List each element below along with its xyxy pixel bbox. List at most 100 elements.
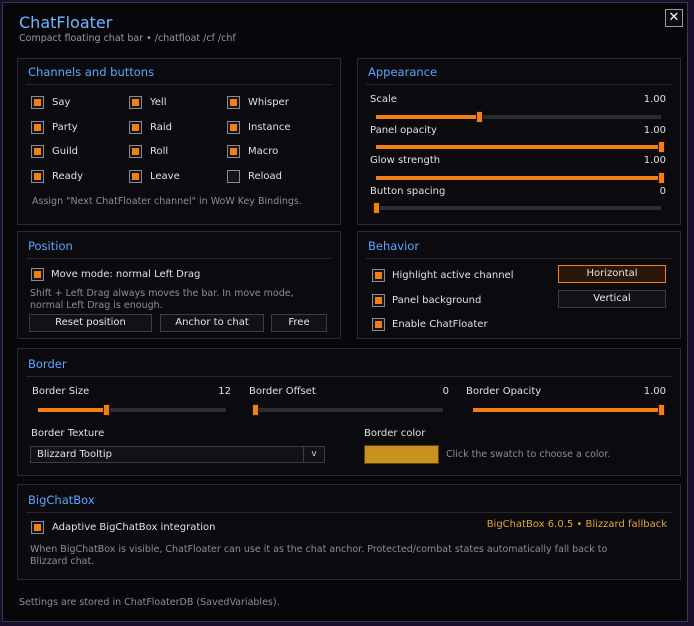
- glow-strength-slider-thumb[interactable]: [658, 172, 665, 184]
- border-offset-slider-value: 0: [442, 386, 449, 397]
- channel-checkbox-say[interactable]: [31, 96, 44, 109]
- anchor-to-chat-button[interactable]: Anchor to chat: [160, 314, 264, 332]
- highlight-active-channel-checkbox[interactable]: [372, 269, 385, 282]
- free-button[interactable]: Free: [271, 314, 327, 332]
- bigchatbox-panel: BigChatBox Adaptive BigChatBox integrati…: [17, 484, 681, 580]
- border-texture-dropdown[interactable]: Blizzard Tooltip v: [30, 446, 325, 463]
- scale-slider-fill: [376, 115, 479, 119]
- channels-panel: Channels and buttons Say Yell Whisper Party…: [17, 58, 341, 225]
- appearance-title: Appearance: [368, 65, 438, 79]
- adaptive-bigchatbox-label: Adaptive BigChatBox integration: [52, 522, 216, 533]
- border-opacity-slider-track[interactable]: [473, 404, 665, 416]
- panel-background-label: Panel background: [392, 295, 482, 306]
- border-size-slider-track[interactable]: [38, 404, 226, 416]
- position-title: Position: [28, 239, 73, 253]
- channel-checkbox-roll[interactable]: [129, 145, 142, 158]
- channel-checkbox-whisper[interactable]: [227, 96, 240, 109]
- panel-opacity-slider-label: Panel opacity: [370, 125, 437, 136]
- channel-checkbox-party[interactable]: [31, 121, 44, 134]
- border-opacity-slider-thumb[interactable]: [658, 404, 665, 416]
- position-hint-line1: Shift + Left Drag always moves the bar. …: [30, 288, 294, 299]
- border-size-slider-thumb[interactable]: [102, 404, 110, 416]
- channel-label-whisper: Whisper: [248, 97, 289, 108]
- channel-checkbox-macro[interactable]: [227, 145, 240, 158]
- border-title: Border: [28, 357, 67, 371]
- channel-checkbox-ready[interactable]: [31, 170, 44, 183]
- border-opacity-slider-fill: [473, 408, 661, 412]
- move-mode-checkbox[interactable]: [31, 268, 44, 281]
- glow-strength-slider-fill: [376, 176, 661, 180]
- border-offset-slider-track[interactable]: [252, 404, 443, 416]
- appearance-divider: [366, 84, 672, 85]
- channel-label-reload: Reload: [248, 171, 283, 182]
- button-spacing-slider-value: 0: [659, 186, 666, 197]
- channel-label-raid: Raid: [150, 122, 172, 133]
- reset-position-button[interactable]: Reset position: [29, 314, 152, 332]
- channel-label-macro: Macro: [248, 146, 279, 157]
- enable-chatfloater-checkbox[interactable]: [372, 318, 385, 331]
- channel-label-guild: Guild: [52, 146, 78, 157]
- scale-slider-track[interactable]: [376, 111, 661, 123]
- channels-hint: Assign "Next ChatFloater channel" in WoW…: [32, 196, 302, 207]
- bigchatbox-title: BigChatBox: [28, 493, 95, 507]
- behavior-panel: Behavior Highlight active channel Panel b…: [357, 231, 681, 339]
- bigchatbox-desc-line2: Blizzard chat.: [30, 556, 95, 567]
- adaptive-bigchatbox-checkbox[interactable]: [31, 521, 44, 534]
- border-size-slider-value: 12: [218, 386, 231, 397]
- orientation-vertical-button[interactable]: Vertical: [558, 290, 666, 308]
- channels-title: Channels and buttons: [28, 65, 155, 79]
- button-spacing-slider-track[interactable]: [373, 202, 661, 214]
- channel-checkbox-leave[interactable]: [129, 170, 142, 183]
- button-spacing-slider-label: Button spacing: [370, 186, 446, 197]
- channel-label-leave: Leave: [150, 171, 180, 182]
- channel-checkbox-guild[interactable]: [31, 145, 44, 158]
- position-hint-line2: normal Left Drag is enough.: [30, 300, 163, 311]
- panel-opacity-slider-thumb[interactable]: [658, 141, 665, 153]
- channel-label-ready: Ready: [52, 171, 84, 182]
- behavior-divider: [366, 258, 672, 259]
- channel-checkbox-yell[interactable]: [129, 96, 142, 109]
- border-texture-value: Blizzard Tooltip: [37, 449, 112, 460]
- channel-label-yell: Yell: [150, 97, 167, 108]
- glow-strength-slider-track[interactable]: [376, 172, 665, 184]
- close-button[interactable]: ✕: [665, 9, 683, 27]
- bigchatbox-divider: [26, 512, 672, 513]
- border-divider: [26, 376, 672, 377]
- channel-label-say: Say: [52, 97, 71, 108]
- settings-window: ChatFloater Compact floating chat bar • …: [2, 2, 688, 622]
- highlight-active-channel-label: Highlight active channel: [392, 270, 514, 281]
- border-panel: Border Border Size 12 Border Offset 0 Border…: [17, 348, 681, 476]
- channel-checkbox-instance[interactable]: [227, 121, 240, 134]
- panel-opacity-slider-value: 1.00: [643, 125, 666, 136]
- behavior-title: Behavior: [368, 239, 420, 253]
- border-color-label: Border color: [364, 428, 426, 439]
- border-color-swatch[interactable]: [364, 445, 439, 464]
- scale-slider-value: 1.00: [643, 94, 666, 105]
- glow-strength-slider-label: Glow strength: [370, 155, 441, 166]
- move-mode-label: Move mode: normal Left Drag: [51, 269, 201, 280]
- panel-opacity-slider-track[interactable]: [376, 141, 665, 153]
- border-opacity-slider-label: Border Opacity: [466, 386, 542, 397]
- scale-slider-thumb[interactable]: [475, 111, 483, 123]
- window-title: ChatFloater: [19, 13, 113, 32]
- close-icon: ✕: [668, 10, 680, 25]
- enable-chatfloater-label: Enable ChatFloater: [392, 319, 488, 330]
- channel-label-roll: Roll: [150, 146, 169, 157]
- border-size-slider-label: Border Size: [32, 386, 90, 397]
- position-panel: Position Move mode: normal Left Drag Shi…: [17, 231, 341, 339]
- panel-background-checkbox[interactable]: [372, 294, 385, 307]
- footer-note: Settings are stored in ChatFloaterDB (Sa…: [19, 597, 280, 608]
- orientation-horizontal-button[interactable]: Horizontal: [558, 265, 666, 283]
- button-spacing-slider-thumb[interactable]: [373, 202, 380, 214]
- panel-opacity-slider-fill: [376, 145, 661, 149]
- channels-divider: [26, 84, 332, 85]
- glow-strength-slider-value: 1.00: [643, 155, 666, 166]
- border-opacity-slider-value: 1.00: [643, 386, 666, 397]
- border-size-slider-fill: [38, 408, 106, 412]
- border-texture-label: Border Texture: [31, 428, 105, 439]
- channel-checkbox-reload[interactable]: [227, 170, 240, 183]
- channel-checkbox-raid[interactable]: [129, 121, 142, 134]
- position-divider: [26, 258, 332, 259]
- chevron-down-icon: v: [303, 447, 324, 462]
- border-offset-slider-thumb[interactable]: [252, 404, 259, 416]
